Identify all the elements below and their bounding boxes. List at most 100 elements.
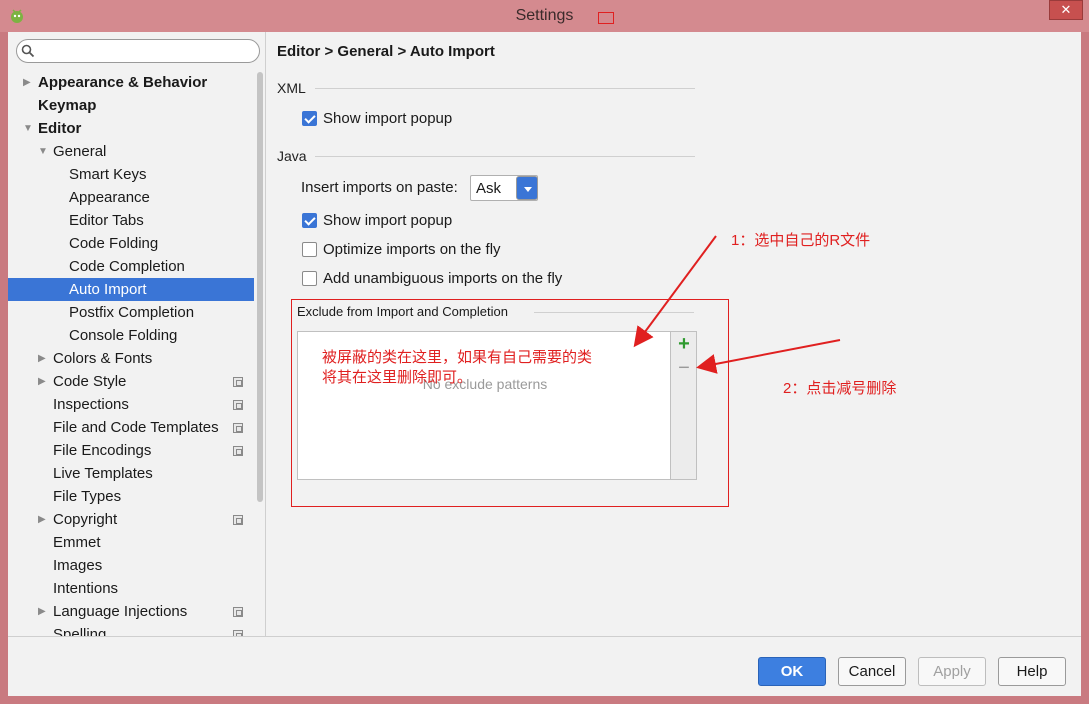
window-title: Settings	[515, 7, 574, 24]
insert-imports-value: Ask	[476, 180, 502, 197]
sidebar-item-editor-tabs[interactable]: Editor Tabs	[8, 209, 254, 232]
sidebar-item-label: Editor	[38, 120, 82, 137]
ok-button[interactable]: OK	[758, 657, 826, 686]
sidebar-item-label: Code Folding	[69, 235, 159, 252]
remove-pattern-button[interactable]: −	[676, 358, 692, 378]
project-scope-icon	[233, 400, 243, 410]
sidebar-item-inspections[interactable]: Inspections	[8, 393, 254, 416]
sidebar-scrollbar[interactable]	[257, 72, 263, 502]
collapsed-arrow-icon[interactable]: ▶	[38, 347, 46, 370]
breadcrumb: Editor > General > Auto Import	[277, 43, 495, 60]
sidebar-item-file-encodings[interactable]: File Encodings	[8, 439, 254, 462]
sidebar-item-label: Appearance	[69, 189, 150, 206]
sidebar-item-code-completion[interactable]: Code Completion	[8, 255, 254, 278]
close-button[interactable]: ✕	[1049, 0, 1083, 20]
sidebar-item-images[interactable]: Images	[8, 554, 254, 577]
sidebar-item-live-templates[interactable]: Live Templates	[8, 462, 254, 485]
unambiguous-imports-checkbox[interactable]	[302, 271, 317, 286]
sidebar-item-label: Language Injections	[53, 603, 188, 620]
sidebar-item-label: Copyright	[53, 511, 118, 528]
sidebar-item-label: Console Folding	[69, 327, 178, 344]
java-section-label: Java	[277, 148, 307, 164]
collapsed-arrow-icon[interactable]: ▶	[38, 508, 46, 531]
insert-imports-select[interactable]: Ask	[470, 175, 538, 201]
exclude-title: Exclude from Import and Completion	[297, 304, 508, 319]
annotation-note-line2: 将其在这里删除即可。	[322, 369, 473, 386]
sidebar-item-label: Inspections	[53, 396, 129, 413]
help-button[interactable]: Help	[998, 657, 1066, 686]
chevron-down-icon[interactable]	[516, 176, 538, 200]
sidebar-item-label: Appearance & Behavior	[38, 74, 208, 91]
sidebar-item-emmet[interactable]: Emmet	[8, 531, 254, 554]
sidebar-item-label: General	[53, 143, 107, 160]
settings-sidebar: ▶ Appearance & Behavior Keymap ▼ Editor ▼ Gene…	[8, 32, 266, 636]
search-input[interactable]	[16, 39, 260, 63]
sidebar-item-general[interactable]: ▼ General	[8, 140, 254, 163]
optimize-imports-checkbox[interactable]	[302, 242, 317, 257]
project-scope-icon	[233, 423, 243, 433]
sidebar-item-label: Emmet	[53, 534, 101, 551]
sidebar-item-label: Live Templates	[53, 465, 153, 482]
collapsed-arrow-icon[interactable]: ▶	[38, 600, 46, 623]
apply-button[interactable]: Apply	[918, 657, 986, 686]
collapsed-arrow-icon[interactable]: ▶	[23, 71, 31, 94]
exclude-toolbar: + −	[671, 331, 697, 480]
sidebar-item-label: Keymap	[38, 97, 97, 114]
sidebar-item-label: Code Style	[53, 373, 127, 390]
sidebar-item-label: File Encodings	[53, 442, 152, 459]
title-bar: Settings ✕	[0, 0, 1089, 32]
collapsed-arrow-icon[interactable]: ▶	[38, 370, 46, 393]
sidebar-item-postfix-completion[interactable]: Postfix Completion	[8, 301, 254, 324]
sidebar-item-smart-keys[interactable]: Smart Keys	[8, 163, 254, 186]
sidebar-item-label: File Types	[53, 488, 122, 505]
sidebar-item-label: Auto Import	[69, 281, 147, 298]
sidebar-item-label: Postfix Completion	[69, 304, 195, 321]
sidebar-item-copyright[interactable]: ▶ Copyright	[8, 508, 254, 531]
sidebar-item-intentions[interactable]: Intentions	[8, 577, 254, 600]
sidebar-item-label: Colors & Fonts	[53, 350, 153, 367]
annotation-marker	[598, 12, 614, 24]
search-icon	[21, 44, 35, 58]
java-show-popup-label: Show import popup	[323, 212, 453, 229]
sidebar-item-colors-fonts[interactable]: ▶ Colors & Fonts	[8, 347, 254, 370]
sidebar-item-console-folding[interactable]: Console Folding	[8, 324, 254, 347]
settings-tree: ▶ Appearance & Behavior Keymap ▼ Editor ▼ Gene…	[8, 71, 254, 636]
sidebar-item-appearance-behavior[interactable]: ▶ Appearance & Behavior	[8, 71, 254, 94]
annotation-note-line1: 被屏蔽的类在这里，如果有自己需要的类	[322, 349, 593, 366]
sidebar-item-language-injections[interactable]: ▶ Language Injections	[8, 600, 254, 623]
project-scope-icon	[233, 446, 243, 456]
dialog-footer: OK Cancel Apply Help	[8, 636, 1081, 696]
sidebar-item-label: Spelling	[53, 626, 107, 636]
add-pattern-button[interactable]: +	[676, 334, 692, 354]
expanded-arrow-icon[interactable]: ▼	[23, 117, 33, 140]
project-scope-icon	[233, 607, 243, 617]
sidebar-item-file-and-code-templates[interactable]: File and Code Templates	[8, 416, 254, 439]
java-show-popup-checkbox[interactable]	[302, 213, 317, 228]
sidebar-item-code-folding[interactable]: Code Folding	[8, 232, 254, 255]
sidebar-item-file-types[interactable]: File Types	[8, 485, 254, 508]
xml-section-label: XML	[277, 80, 306, 96]
project-scope-icon	[233, 377, 243, 387]
sidebar-item-spelling[interactable]: Spelling	[8, 623, 254, 636]
sidebar-item-appearance[interactable]: Appearance	[8, 186, 254, 209]
xml-separator	[315, 88, 695, 89]
cancel-button[interactable]: Cancel	[838, 657, 906, 686]
java-separator	[315, 156, 695, 157]
sidebar-item-label: Smart Keys	[69, 166, 147, 183]
sidebar-item-label: Images	[53, 557, 103, 574]
xml-show-popup-checkbox[interactable]	[302, 111, 317, 126]
project-scope-icon	[233, 515, 243, 525]
exclude-separator	[534, 312, 694, 313]
sidebar-item-code-style[interactable]: ▶ Code Style	[8, 370, 254, 393]
optimize-imports-label: Optimize imports on the fly	[323, 241, 501, 258]
expanded-arrow-icon[interactable]: ▼	[38, 140, 48, 163]
sidebar-item-editor[interactable]: ▼ Editor	[8, 117, 254, 140]
xml-show-popup-label: Show import popup	[323, 110, 453, 127]
insert-imports-label: Insert imports on paste:	[301, 179, 458, 196]
sidebar-item-keymap[interactable]: Keymap	[8, 94, 254, 117]
sidebar-item-label: Intentions	[53, 580, 119, 597]
settings-content: Editor > General > Auto Import XML Show …	[267, 32, 1081, 636]
sidebar-item-label: File and Code Templates	[53, 419, 219, 436]
annotation-step1: 1：选中自己的R文件	[731, 232, 871, 249]
sidebar-item-auto-import[interactable]: Auto Import	[8, 278, 254, 301]
